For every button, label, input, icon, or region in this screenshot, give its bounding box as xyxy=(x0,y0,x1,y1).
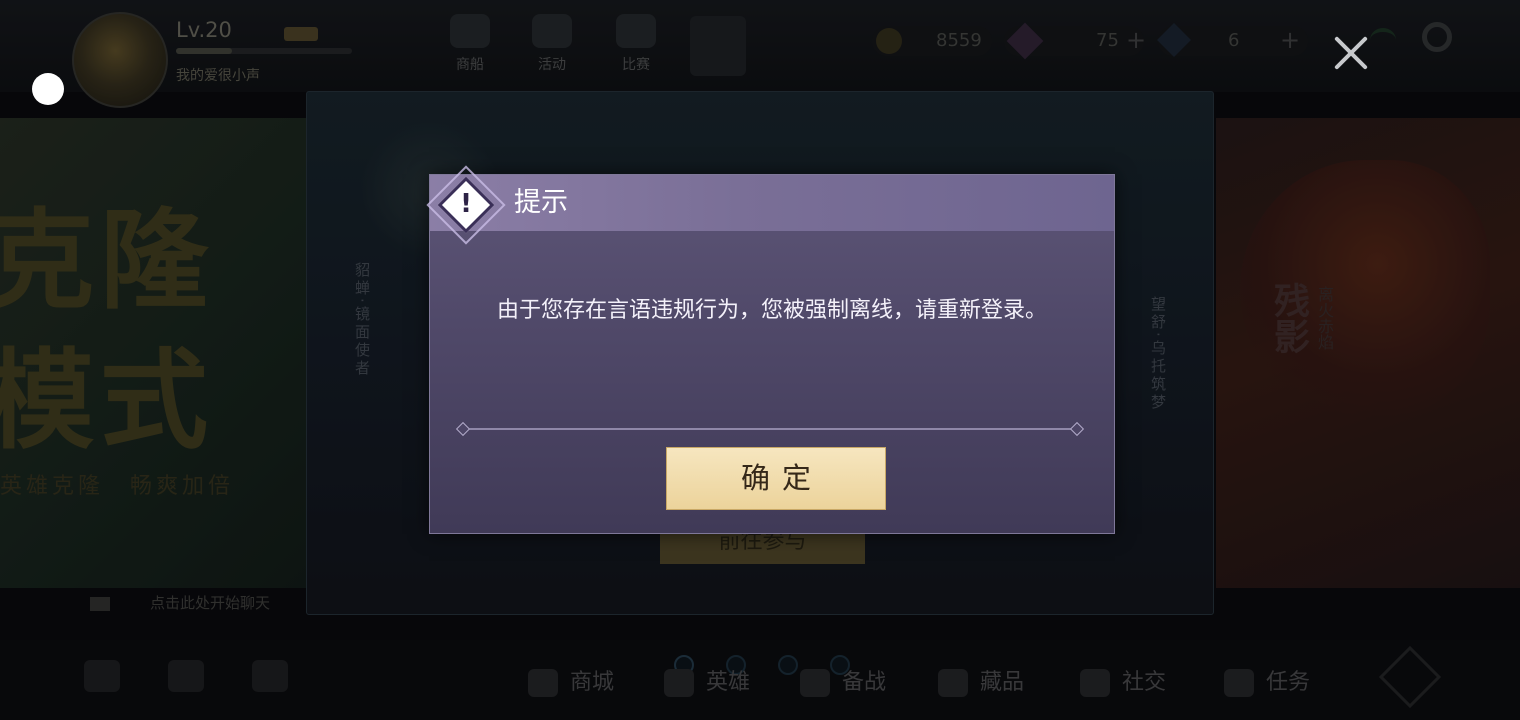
dialog-message: 由于您存在言语违规行为，您被强制离线，请重新登录。 xyxy=(496,298,1047,323)
dialog-divider xyxy=(455,421,1085,437)
confirm-button[interactable]: 确定 xyxy=(666,447,886,510)
floating-assist-dot[interactable] xyxy=(32,73,64,105)
close-icon[interactable] xyxy=(1330,32,1372,74)
warning-icon: ! xyxy=(426,165,508,247)
alert-dialog: ! 提示 由于您存在言语违规行为，您被强制离线，请重新登录。 确定 xyxy=(426,165,1115,534)
dialog-title: 提示 xyxy=(514,187,568,218)
